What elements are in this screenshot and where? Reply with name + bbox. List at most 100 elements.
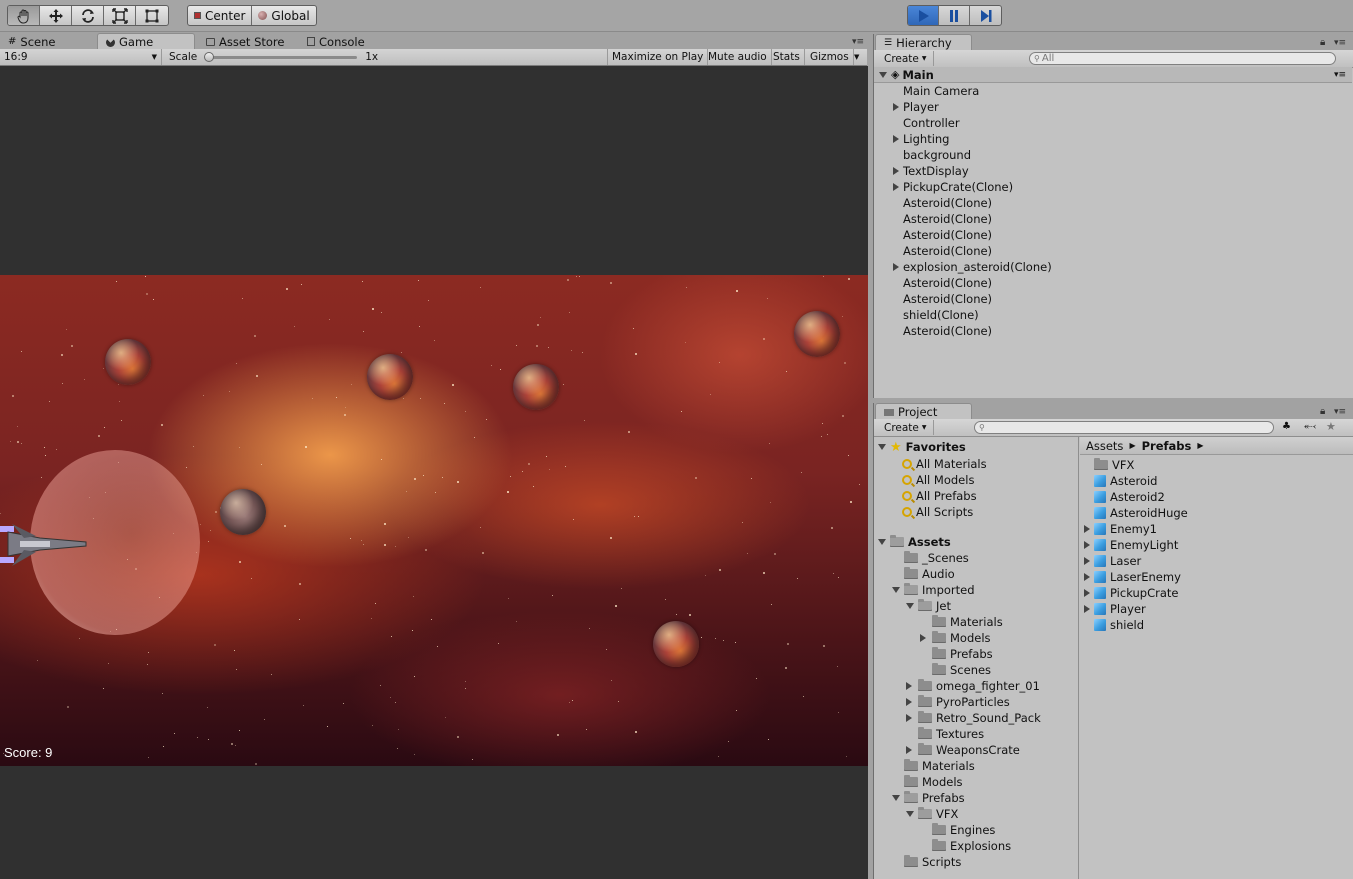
hierarchy-item[interactable]: Asteroid(Clone) (874, 275, 1352, 291)
collapse-arrow-icon[interactable] (892, 587, 900, 593)
favorites-header[interactable]: ★ Favorites (878, 439, 966, 455)
expand-arrow-icon[interactable] (906, 714, 912, 722)
folder-tree-item[interactable]: Prefabs (892, 790, 965, 806)
favorite-star-icon[interactable]: ★ (1326, 420, 1336, 433)
breadcrumb-root[interactable]: Assets (1086, 439, 1123, 453)
hierarchy-item[interactable]: Asteroid(Clone) (874, 323, 1352, 339)
scene-menu-icon[interactable]: ▾≡ (1334, 70, 1346, 80)
asset-item[interactable]: AsteroidHuge (1084, 505, 1188, 521)
scene-row[interactable]: ◈ Main ▾≡ (874, 67, 1352, 83)
hierarchy-item[interactable]: background (874, 147, 1352, 163)
tab-asset-store[interactable]: Asset Store (198, 33, 293, 49)
scale-slider-thumb[interactable] (204, 51, 215, 62)
folder-tree-item[interactable]: Scripts (892, 854, 961, 870)
favorite-item[interactable]: All Scripts (902, 504, 973, 520)
expand-arrow-icon[interactable] (893, 263, 899, 271)
project-search-input[interactable]: ⚲ (974, 421, 1274, 434)
asset-item[interactable]: VFX (1084, 457, 1134, 473)
hierarchy-item[interactable]: Asteroid(Clone) (874, 211, 1352, 227)
folder-tree-item[interactable]: omega_fighter_01 (906, 678, 1040, 694)
expand-arrow-icon[interactable] (893, 167, 899, 175)
expand-arrow-icon[interactable] (1084, 589, 1090, 597)
filter-by-label-icon[interactable]: ⬷ (1304, 421, 1316, 432)
hierarchy-search-input[interactable]: ⚲ All (1029, 52, 1336, 65)
asset-item[interactable]: Player (1084, 601, 1146, 617)
folder-tree-item[interactable]: Audio (892, 566, 955, 582)
collapse-arrow-icon[interactable] (906, 603, 914, 609)
asset-item[interactable]: PickupCrate (1084, 585, 1178, 601)
folder-tree-item[interactable]: VFX (906, 806, 958, 822)
panel-menu-icon[interactable]: ▾≡ (1334, 407, 1346, 417)
filter-by-type-icon[interactable]: ♣ (1282, 421, 1291, 432)
panel-menu-icon[interactable]: ▾≡ (852, 37, 864, 47)
project-create-button[interactable]: Create ▼ (878, 420, 934, 435)
folder-tree-item[interactable]: WeaponsCrate (906, 742, 1020, 758)
lock-icon[interactable]: 🔒︎ (1320, 406, 1325, 417)
expand-arrow-icon[interactable] (906, 746, 912, 754)
folder-tree-item[interactable]: Retro_Sound_Pack (906, 710, 1041, 726)
asset-item[interactable]: Enemy1 (1084, 521, 1157, 537)
expand-arrow-icon[interactable] (1084, 541, 1090, 549)
folder-tree-item[interactable]: Scenes (920, 662, 991, 678)
tab-console[interactable]: Console (299, 33, 373, 49)
folder-tree-item[interactable]: PyroParticles (906, 694, 1010, 710)
tab-game[interactable]: Game (97, 33, 195, 49)
expand-arrow-icon[interactable] (1084, 573, 1090, 581)
move-tool-button[interactable] (40, 6, 72, 25)
hierarchy-create-button[interactable]: Create ▼ (878, 51, 934, 66)
rect-tool-button[interactable] (136, 6, 168, 25)
step-button[interactable] (970, 6, 1001, 25)
expand-arrow-icon[interactable] (893, 103, 899, 111)
collapse-arrow-icon[interactable] (879, 71, 887, 78)
hand-tool-button[interactable] (8, 6, 40, 25)
folder-tree-item[interactable]: Models (920, 630, 991, 646)
hierarchy-item[interactable]: Main Camera (874, 83, 1352, 99)
gizmos-toggle[interactable]: Gizmos (806, 49, 854, 65)
game-view[interactable]: Score: 9 (0, 66, 868, 879)
mute-audio-toggle[interactable]: Mute audio (704, 49, 772, 65)
hierarchy-item[interactable]: Player (874, 99, 1352, 115)
favorite-item[interactable]: All Materials (902, 456, 987, 472)
breadcrumb-current[interactable]: Prefabs (1142, 439, 1192, 453)
pivot-global-button[interactable]: Global (252, 6, 315, 25)
aspect-dropdown[interactable]: 16:9 ▼ (0, 49, 162, 65)
asset-item[interactable]: shield (1084, 617, 1144, 633)
folder-tree-item[interactable]: _Scenes (892, 550, 969, 566)
folder-tree-item[interactable]: Models (892, 774, 963, 790)
hierarchy-item[interactable]: Asteroid(Clone) (874, 195, 1352, 211)
hierarchy-item[interactable]: Controller (874, 115, 1352, 131)
asset-item[interactable]: LaserEnemy (1084, 569, 1181, 585)
folder-tree-item[interactable]: Materials (892, 758, 975, 774)
collapse-arrow-icon[interactable] (878, 539, 886, 545)
expand-arrow-icon[interactable] (906, 698, 912, 706)
folder-tree-item[interactable]: Prefabs (920, 646, 993, 662)
folder-tree-item[interactable]: Engines (920, 822, 995, 838)
folder-tree-item[interactable]: Textures (906, 726, 984, 742)
hierarchy-item[interactable]: Asteroid(Clone) (874, 291, 1352, 307)
gizmos-dropdown[interactable]: ▼ (850, 49, 863, 65)
favorite-item[interactable]: All Prefabs (902, 488, 977, 504)
folder-tree-item[interactable]: Jet (906, 598, 951, 614)
expand-arrow-icon[interactable] (906, 682, 912, 690)
hierarchy-item[interactable]: TextDisplay (874, 163, 1352, 179)
collapse-arrow-icon[interactable] (878, 444, 886, 450)
collapse-arrow-icon[interactable] (892, 795, 900, 801)
asset-item[interactable]: Laser (1084, 553, 1141, 569)
rotate-tool-button[interactable] (72, 6, 104, 25)
assets-header[interactable]: Assets (878, 534, 951, 550)
folder-tree-item[interactable]: Imported (892, 582, 975, 598)
tab-hierarchy[interactable]: ☰ Hierarchy (875, 34, 972, 50)
expand-arrow-icon[interactable] (1084, 557, 1090, 565)
hierarchy-item[interactable]: Lighting (874, 131, 1352, 147)
hierarchy-item[interactable]: PickupCrate(Clone) (874, 179, 1352, 195)
maximize-on-play-toggle[interactable]: Maximize on Play (608, 49, 709, 65)
pivot-center-button[interactable]: Center (188, 6, 253, 25)
stats-toggle[interactable]: Stats (769, 49, 805, 65)
expand-arrow-icon[interactable] (893, 183, 899, 191)
favorite-item[interactable]: All Models (902, 472, 974, 488)
expand-arrow-icon[interactable] (893, 135, 899, 143)
hierarchy-item[interactable]: explosion_asteroid(Clone) (874, 259, 1352, 275)
hierarchy-item[interactable]: Asteroid(Clone) (874, 243, 1352, 259)
play-button[interactable] (908, 6, 939, 25)
hierarchy-item[interactable]: shield(Clone) (874, 307, 1352, 323)
